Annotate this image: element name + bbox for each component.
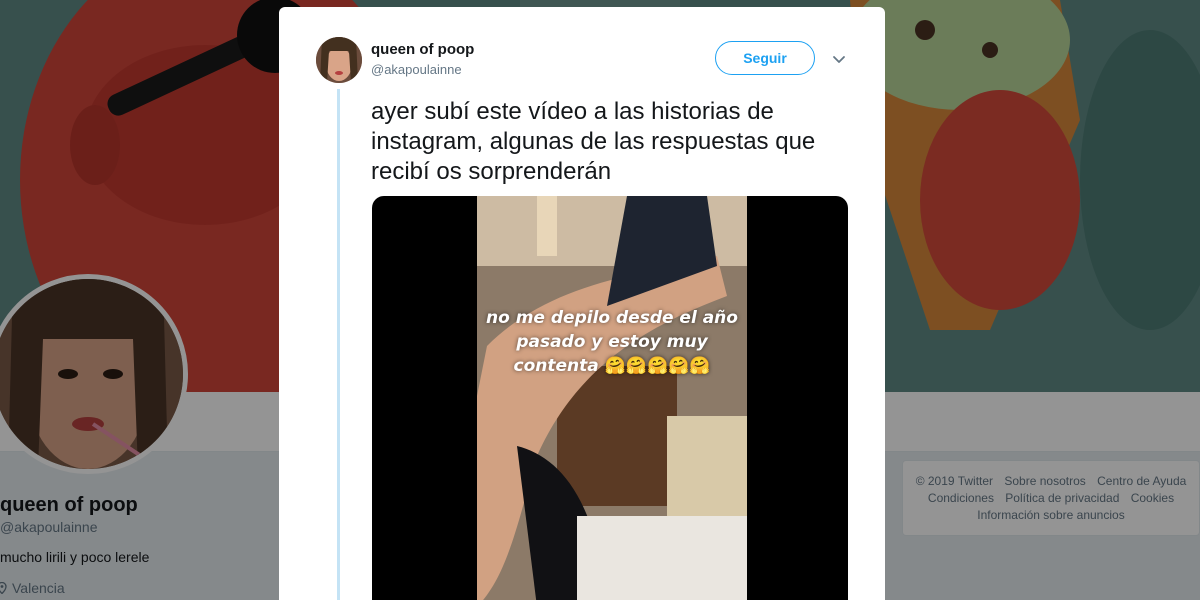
video-frame: no me depilo desde el año pasado y estoy… <box>477 196 747 600</box>
tweet-author-name[interactable]: queen of poop <box>371 41 474 58</box>
tweet-video-player[interactable]: no me depilo desde el año pasado y estoy… <box>372 196 848 600</box>
video-caption: no me depilo desde el año pasado y estoy… <box>477 306 747 378</box>
hugging-face-emoji: 🤗🤗🤗🤗🤗 <box>604 356 711 376</box>
follow-button[interactable]: Seguir <box>715 41 815 75</box>
chevron-down-icon[interactable] <box>831 51 847 67</box>
tweet-text: ayer subí este vídeo a las historias de … <box>371 98 816 185</box>
tweet-author-handle[interactable]: @akapoulainne <box>371 62 462 77</box>
thread-line <box>337 89 340 600</box>
tweet-author-avatar[interactable] <box>316 37 362 83</box>
tweet-modal: queen of poop @akapoulainne Seguir ayer … <box>279 7 885 600</box>
tweet-author-avatar-image <box>316 37 362 83</box>
video-still-image <box>477 196 747 600</box>
